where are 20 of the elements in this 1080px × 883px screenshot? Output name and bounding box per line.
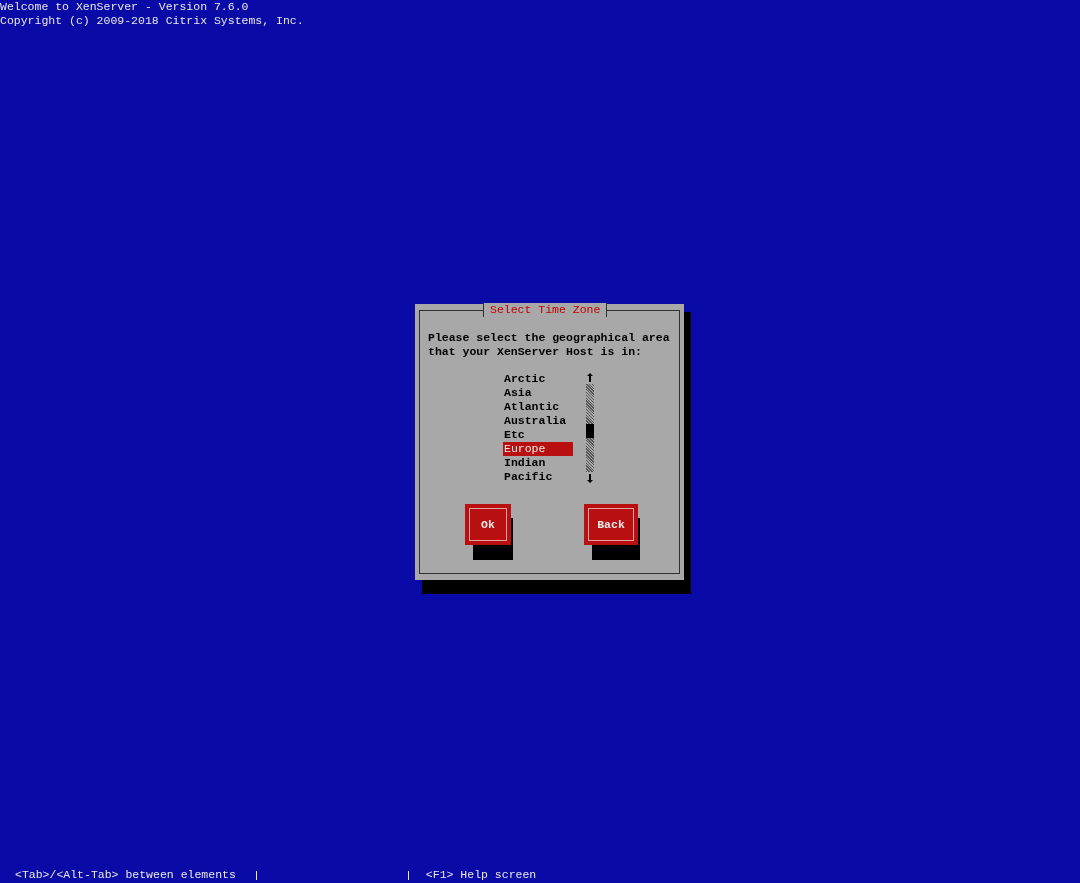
copyright-text: Copyright (c) 2009-2018 Citrix Systems, Inc. xyxy=(0,14,304,28)
scrollbar[interactable] xyxy=(586,372,594,484)
timezone-area-item[interactable]: Asia xyxy=(503,386,573,400)
key-hint: <Tab>/<Alt-Tab> between elements xyxy=(15,868,236,882)
timezone-area-item[interactable]: Indian xyxy=(503,456,573,470)
timezone-area-item[interactable]: Europe xyxy=(503,442,573,456)
down-arrow-icon[interactable] xyxy=(586,474,594,484)
back-button[interactable]: Back xyxy=(584,504,638,545)
ok-button[interactable]: Ok xyxy=(465,504,511,545)
key-hint: <F1> Help screen xyxy=(425,868,537,882)
timezone-area-item[interactable]: Etc xyxy=(503,428,573,442)
timezone-area-item[interactable]: Australia xyxy=(503,414,573,428)
timezone-area-item[interactable]: Arctic xyxy=(503,372,573,386)
timezone-area-item[interactable]: Atlantic xyxy=(503,400,573,414)
timezone-area-item[interactable]: Pacific xyxy=(503,470,573,484)
prompt-text: Please select the geographical area that your XenServer Host is in: xyxy=(428,331,671,359)
welcome-text: Welcome to XenServer - Version 7.6.0 xyxy=(0,0,249,14)
dialog-title: Select Time Zone xyxy=(483,303,608,317)
up-arrow-icon[interactable] xyxy=(586,372,594,382)
scroll-thumb[interactable] xyxy=(586,424,594,438)
